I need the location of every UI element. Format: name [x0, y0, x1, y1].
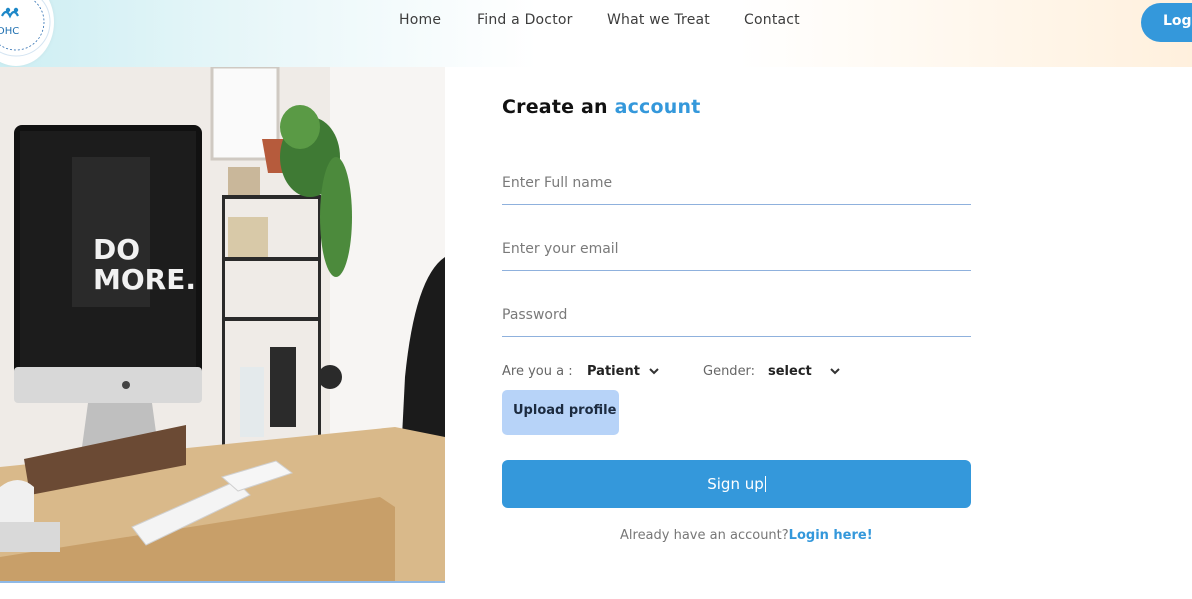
nav-contact[interactable]: Contact	[744, 12, 800, 28]
signup-label: Sign up	[707, 475, 764, 493]
signup-button[interactable]: Sign up	[502, 460, 971, 508]
nav-home[interactable]: Home	[399, 12, 441, 28]
monitor-text-line1: DO	[93, 233, 140, 266]
form-title-accent: account	[614, 96, 701, 118]
role-select[interactable]: Patient	[587, 364, 640, 379]
form-title: Create an account	[502, 96, 701, 118]
text-caret	[764, 476, 766, 492]
login-prompt-text: Already have an account?	[620, 528, 789, 543]
hero-photo: DO MORE.	[0, 67, 445, 583]
chevron-down-icon[interactable]	[648, 366, 660, 376]
upload-profile-button[interactable]: Upload profile	[502, 390, 619, 435]
nav-find-doctor[interactable]: Find a Doctor	[477, 12, 573, 28]
logo[interactable]: DHC	[0, 0, 54, 66]
gender-select[interactable]: select	[768, 364, 812, 379]
gender-label: Gender:	[703, 364, 756, 379]
chevron-down-icon[interactable]	[829, 366, 841, 376]
logo-text: DHC	[0, 26, 19, 37]
full-name-input[interactable]	[502, 165, 971, 205]
role-label: Are you a :	[502, 364, 573, 379]
form-title-prefix: Create an	[502, 96, 615, 118]
nav-what-we-treat[interactable]: What we Treat	[607, 12, 710, 28]
login-here-link[interactable]: Login here!	[789, 528, 873, 543]
login-button[interactable]: Logi	[1141, 3, 1192, 42]
login-prompt: Already have an account?Login here!	[620, 528, 873, 543]
password-input[interactable]	[502, 297, 971, 337]
top-header: DHC Home Find a Doctor What we Treat Con…	[0, 0, 1192, 67]
monitor-text-line2: MORE.	[93, 263, 196, 296]
email-input[interactable]	[502, 231, 971, 271]
